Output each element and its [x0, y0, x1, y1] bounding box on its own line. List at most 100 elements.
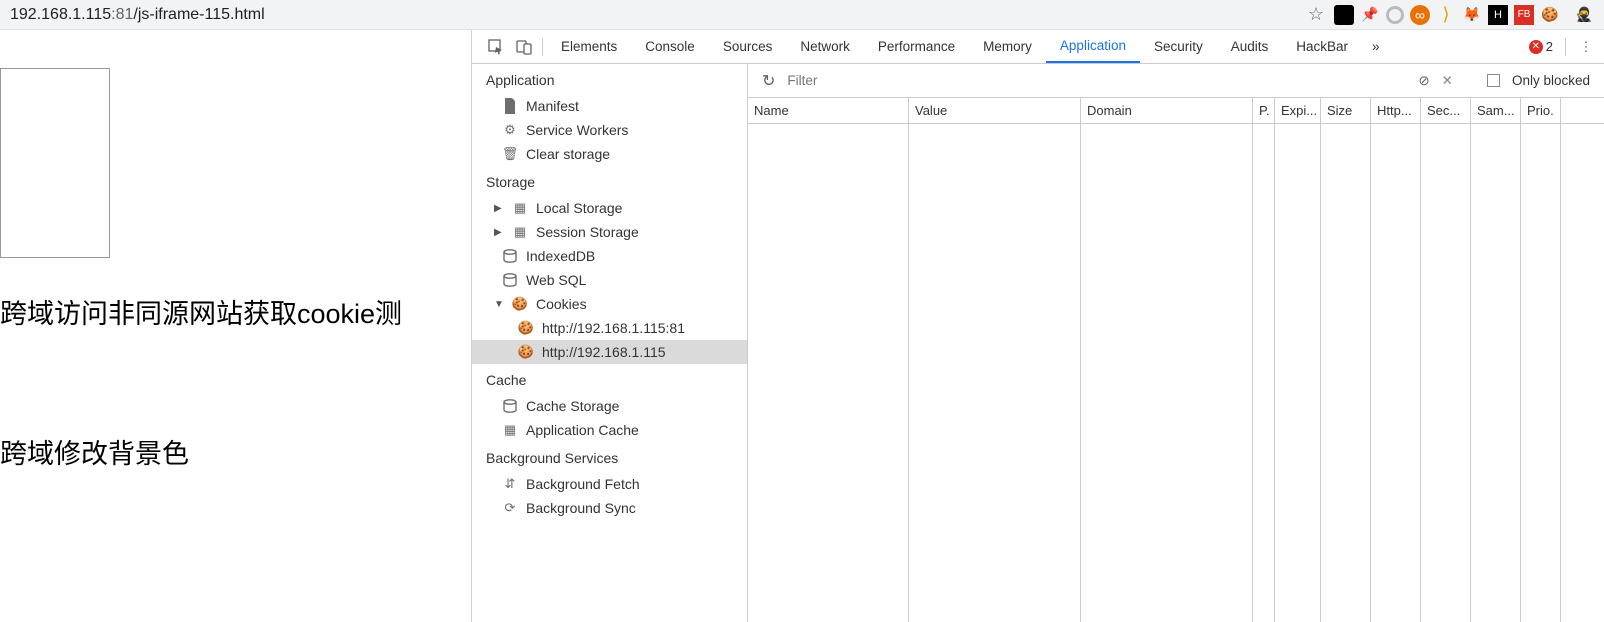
sidebar-item-bg-sync[interactable]: ⟳ Background Sync — [472, 496, 747, 520]
sidebar-item-manifest[interactable]: Manifest — [472, 94, 747, 118]
column-body — [1081, 124, 1253, 622]
tab-audits[interactable]: Audits — [1217, 30, 1283, 63]
sidebar-item-clear-storage[interactable]: 🗑 Clear storage — [472, 142, 747, 166]
page-viewport: 跨域访问非同源网站获取cookie测 跨域修改背景色 — [0, 30, 472, 622]
column-header[interactable]: Sam... — [1471, 98, 1521, 123]
sidebar-section-cache: Cache — [472, 364, 747, 394]
column-header[interactable]: Value — [909, 98, 1081, 123]
bookmark-star-icon[interactable]: ☆ — [1308, 4, 1324, 25]
sync-icon: ⇵ — [502, 476, 518, 492]
column-header[interactable]: Http... — [1371, 98, 1421, 123]
tab-performance[interactable]: Performance — [864, 30, 969, 63]
refresh-icon: ⟳ — [502, 500, 518, 516]
column-body — [1275, 124, 1321, 622]
tab-hackbar[interactable]: HackBar — [1282, 30, 1362, 63]
expand-icon: ▶ — [494, 203, 504, 214]
cookies-panel: ↻ ⊘ ✕ Only blocked NameValueDomainP.Expi… — [748, 64, 1604, 622]
extension-icon[interactable]: FB — [1514, 5, 1534, 25]
sidebar-item-bg-fetch[interactable]: ⇵ Background Fetch — [472, 472, 747, 496]
application-sidebar: Application Manifest ⚙ Service Workers 🗑… — [472, 64, 748, 622]
extension-icon[interactable] — [1386, 6, 1404, 24]
extension-icon[interactable] — [1334, 5, 1354, 25]
tab-sources[interactable]: Sources — [709, 30, 787, 63]
pin-icon[interactable]: 📌 — [1360, 5, 1380, 25]
sidebar-item-session-storage[interactable]: ▶ ▦ Session Storage — [472, 220, 747, 244]
inspect-element-icon[interactable] — [482, 33, 510, 61]
tab-memory[interactable]: Memory — [969, 30, 1046, 63]
sidebar-item-service-workers[interactable]: ⚙ Service Workers — [472, 118, 747, 142]
column-body — [748, 124, 909, 622]
sidebar-item-application-cache[interactable]: ▦ Application Cache — [472, 418, 747, 442]
sidebar-item-indexeddb[interactable]: IndexedDB — [472, 244, 747, 268]
devtools-menu-icon[interactable]: ⋮ — [1578, 39, 1594, 55]
only-blocked-label: Only blocked — [1512, 73, 1590, 88]
column-header[interactable]: Sec... — [1421, 98, 1471, 123]
column-header[interactable]: Name — [748, 98, 909, 123]
expand-icon: ▶ — [494, 227, 504, 238]
column-body — [1371, 124, 1421, 622]
tab-console[interactable]: Console — [631, 30, 709, 63]
error-count[interactable]: ✕ 2 — [1529, 39, 1553, 54]
sidebar-section-application: Application — [472, 64, 747, 94]
sidebar-cookie-origin[interactable]: 🍪 http://192.168.1.115:81 — [472, 316, 747, 340]
column-header[interactable]: Prio. — [1521, 98, 1561, 123]
rss-icon[interactable]: ⟩ — [1436, 5, 1456, 25]
url-text[interactable]: 192.168.1.115:81/js-iframe-115.html — [10, 6, 265, 24]
trash-icon: 🗑 — [502, 146, 518, 162]
grid-icon: ▦ — [512, 200, 528, 216]
page-heading-bgcolor: 跨域修改背景色 — [0, 432, 189, 471]
extension-icon[interactable]: ∞ — [1410, 5, 1430, 25]
tab-security[interactable]: Security — [1140, 30, 1217, 63]
devtools-tabs: Elements Console Sources Network Perform… — [472, 30, 1604, 64]
browser-address-bar: 192.168.1.115:81/js-iframe-115.html ☆ 📌 … — [0, 0, 1604, 30]
column-body — [1253, 124, 1275, 622]
sidebar-item-websql[interactable]: Web SQL — [472, 268, 747, 292]
database-icon — [502, 248, 518, 264]
extensions-tray: 📌 ∞ ⟩ 🦊 H FB 🍪 🥷 — [1334, 5, 1594, 25]
grid-icon: ▦ — [512, 224, 528, 240]
file-icon — [502, 98, 518, 114]
column-body — [1321, 124, 1371, 622]
cookie-icon[interactable]: 🍪 — [1540, 5, 1560, 25]
sidebar-cookie-origin[interactable]: 🍪 http://192.168.1.115 — [472, 340, 747, 364]
tab-application[interactable]: Application — [1046, 30, 1140, 63]
block-icon[interactable]: ⊘ — [1418, 73, 1429, 89]
refresh-icon[interactable]: ↻ — [762, 71, 775, 91]
sidebar-item-cache-storage[interactable]: Cache Storage — [472, 394, 747, 418]
only-blocked-checkbox[interactable] — [1487, 74, 1500, 87]
sidebar-item-cookies[interactable]: ▼ 🍪 Cookies — [472, 292, 747, 316]
cookie-icon: 🍪 — [512, 296, 528, 312]
database-icon — [502, 398, 518, 414]
gear-icon: ⚙ — [502, 122, 518, 138]
column-header[interactable]: P. — [1253, 98, 1275, 123]
collapse-icon: ▼ — [494, 299, 504, 310]
toggle-device-icon[interactable] — [510, 33, 538, 61]
error-icon: ✕ — [1529, 40, 1543, 54]
clear-icon[interactable]: ✕ — [1442, 73, 1453, 89]
cookies-table-header: NameValueDomainP.Expi...SizeHttp...Sec..… — [748, 98, 1604, 124]
tab-network[interactable]: Network — [786, 30, 864, 63]
column-header[interactable]: Size — [1321, 98, 1371, 123]
column-header[interactable]: Domain — [1081, 98, 1253, 123]
page-heading-cookie: 跨域访问非同源网站获取cookie测 — [0, 292, 402, 331]
filter-bar: ↻ ⊘ ✕ Only blocked — [748, 64, 1604, 98]
sidebar-item-local-storage[interactable]: ▶ ▦ Local Storage — [472, 196, 747, 220]
iframe-placeholder — [0, 68, 110, 258]
extension-icon[interactable]: 🥷 — [1574, 5, 1594, 25]
column-body — [909, 124, 1081, 622]
devtools-panel: Elements Console Sources Network Perform… — [472, 30, 1604, 622]
extension-icon[interactable]: 🦊 — [1462, 5, 1482, 25]
column-header[interactable]: Expi... — [1275, 98, 1321, 123]
grid-icon: ▦ — [502, 422, 518, 438]
filter-input[interactable] — [787, 73, 1406, 88]
cookie-icon: 🍪 — [518, 320, 534, 336]
more-tabs-icon[interactable]: » — [1362, 39, 1390, 54]
sidebar-section-storage: Storage — [472, 166, 747, 196]
cookie-icon: 🍪 — [518, 344, 534, 360]
database-icon — [502, 272, 518, 288]
column-body — [1521, 124, 1561, 622]
extension-icon[interactable]: H — [1488, 5, 1508, 25]
tab-elements[interactable]: Elements — [547, 30, 631, 63]
column-body — [1421, 124, 1471, 622]
cookies-table-body — [748, 124, 1604, 622]
